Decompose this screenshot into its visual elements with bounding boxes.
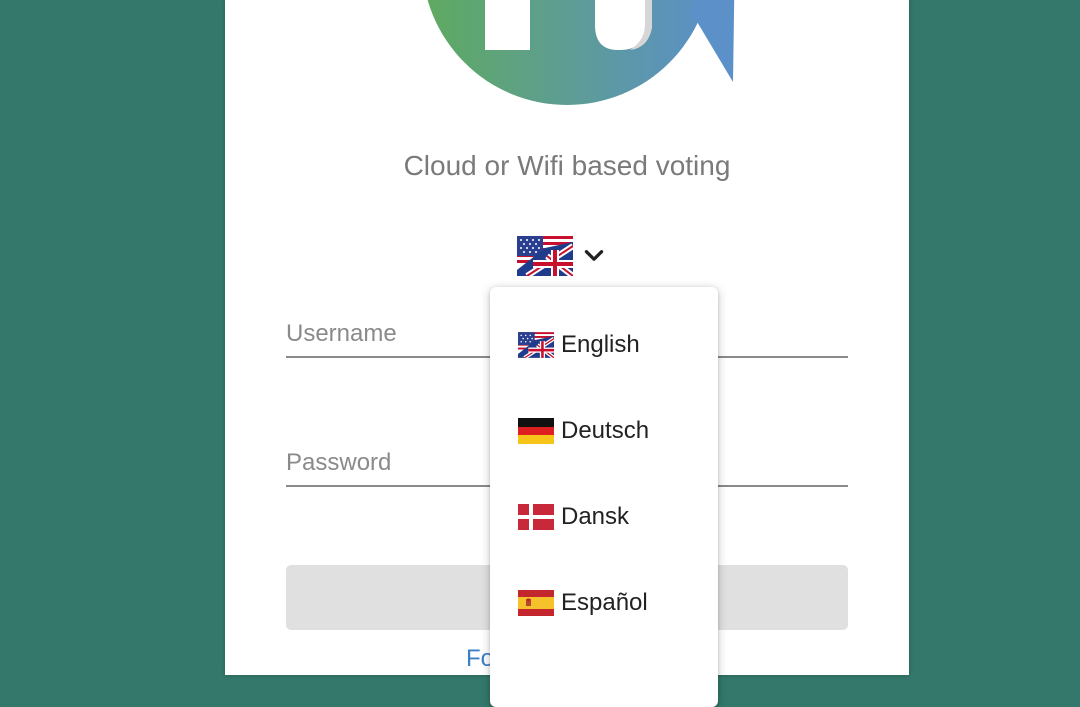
language-option-english[interactable]: English [490,315,718,375]
spain-flag-icon [518,590,554,616]
language-option-label: Deutsch [561,417,650,444]
username-placeholder: Username [286,320,397,347]
language-menu: English Deutsch Dansk Español [490,287,718,707]
us-uk-flag-icon [517,236,573,276]
password-placeholder: Password [286,449,392,476]
app-tagline: Cloud or Wifi based voting [403,150,731,181]
language-option-espanol[interactable]: Español [490,573,718,633]
language-selector[interactable] [517,235,617,277]
language-option-dansk[interactable]: Dansk [490,487,718,547]
language-option-label: Dansk [561,503,630,530]
us-uk-flag-icon [518,332,554,358]
chevron-down-icon [584,250,604,261]
germany-flag-icon [518,418,554,444]
language-option-deutsch[interactable]: Deutsch [490,401,718,461]
language-option-label: English [561,331,640,358]
language-option-label: Español [561,589,648,616]
app-logo [427,0,735,105]
denmark-flag-icon [518,504,554,530]
